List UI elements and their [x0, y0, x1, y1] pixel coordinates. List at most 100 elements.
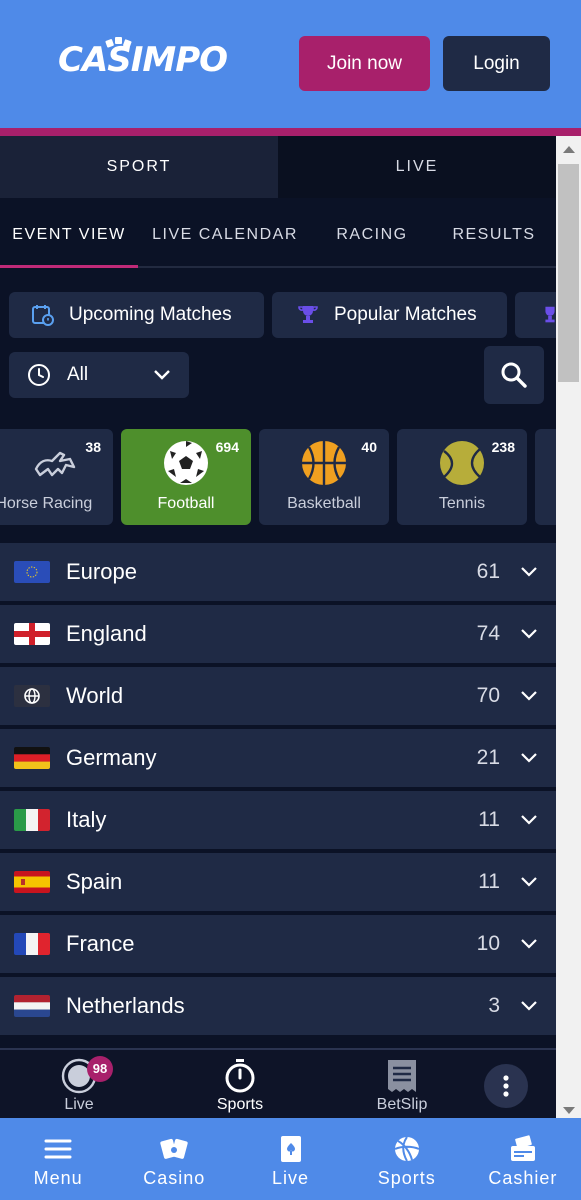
country-name: Europe — [66, 559, 137, 584]
country-row-spain[interactable]: Spain 11 — [0, 853, 556, 911]
scroll-up-arrow[interactable] — [563, 146, 575, 153]
country-name: World — [66, 683, 124, 708]
sport-count: 694 — [215, 439, 239, 455]
more-options-button[interactable] — [484, 1064, 528, 1108]
casimpo-logo[interactable]: CASIMPO — [58, 40, 228, 80]
scroll-thumb[interactable] — [558, 164, 579, 382]
cashier-icon — [510, 1135, 535, 1161]
tab-racing[interactable]: RACING — [312, 204, 432, 266]
sport-name: Basketball — [287, 495, 361, 512]
country-row-europe[interactable]: Europe 61 — [0, 543, 556, 601]
country-row-world[interactable]: World 70 — [0, 667, 556, 725]
sport-card-basketball[interactable]: 40 Basketball — [259, 429, 389, 525]
clock-icon — [28, 364, 50, 386]
nav-live-label: Live — [271, 1168, 310, 1188]
time-filter-value: All — [67, 364, 89, 385]
country-name: Netherlands — [66, 993, 185, 1018]
spain-flag-icon — [14, 871, 50, 893]
betslip-label: BetSlip — [376, 1096, 428, 1113]
country-row-france[interactable]: France 10 — [0, 915, 556, 973]
chevron-down-icon — [521, 753, 537, 763]
chevron-down-icon — [521, 939, 537, 949]
more-vertical-icon — [503, 1075, 509, 1097]
football-icon — [164, 441, 208, 485]
time-filter-select[interactable]: All — [9, 352, 189, 398]
search-button[interactable] — [484, 346, 544, 404]
live-button[interactable]: Live 98 — [56, 1056, 113, 1114]
header: CASIMPO Join now Login — [0, 0, 581, 130]
chevron-down-icon — [521, 629, 537, 639]
sport-name: Football — [157, 495, 215, 512]
country-name: Germany — [66, 745, 157, 770]
country-row-england[interactable]: England 74 — [0, 605, 556, 663]
horse-icon — [34, 451, 76, 477]
nav-casino[interactable]: Casino — [116, 1118, 232, 1200]
nav-cashier[interactable]: Cashier — [465, 1118, 581, 1200]
tab-live-calendar[interactable]: LIVE CALENDAR — [138, 204, 312, 266]
tab-results[interactable]: RESULTS — [432, 204, 556, 266]
country-count: 3 — [488, 994, 500, 1017]
receipt-icon — [388, 1060, 416, 1092]
country-row-italy[interactable]: Italy 11 — [0, 791, 556, 849]
playing-card-icon — [280, 1136, 301, 1162]
germany-flag-icon — [14, 747, 50, 769]
more-filter-chip[interactable] — [515, 292, 556, 338]
calendar-clock-icon — [32, 305, 54, 326]
sport-count: 40 — [361, 439, 377, 455]
chevron-down-icon — [521, 1001, 537, 1011]
nav-sports[interactable]: Sports — [349, 1118, 465, 1200]
live-count-badge: 98 — [87, 1056, 113, 1082]
bottom-sub-bar: Live 98 Sports BetSlip — [0, 1048, 556, 1118]
trophy-icon — [298, 306, 318, 323]
france-flag-icon — [14, 933, 50, 955]
country-row-netherlands[interactable]: Netherlands 3 — [0, 977, 556, 1035]
sub-tabs: EVENT VIEW LIVE CALENDAR RACING RESULTS — [0, 204, 556, 268]
sport-card-more[interactable] — [535, 429, 556, 525]
sports-button[interactable]: Sports — [210, 1058, 270, 1114]
england-flag-icon — [14, 623, 50, 645]
eu-flag-icon — [14, 561, 50, 583]
tennis-icon — [440, 441, 484, 485]
nav-menu[interactable]: Menu — [0, 1118, 116, 1200]
popular-matches-chip[interactable]: Popular Matches — [272, 292, 507, 338]
sport-card-tennis[interactable]: 238 Tennis — [397, 429, 527, 525]
sport-card-horse-racing[interactable]: 38 e Horse Racing — [0, 429, 113, 525]
join-now-button[interactable]: Join now — [299, 36, 430, 91]
sport-count: 38 — [85, 439, 101, 455]
sport-count: 238 — [491, 439, 515, 455]
country-count: 21 — [476, 746, 500, 769]
betslip-button[interactable]: BetSlip — [372, 1058, 432, 1114]
chevron-down-icon — [521, 567, 537, 577]
country-count: 61 — [476, 560, 500, 583]
tab-live[interactable]: LIVE — [278, 136, 556, 198]
nav-sports-label: Sports — [377, 1168, 436, 1188]
sport-card-football[interactable]: 694 Football — [121, 429, 251, 525]
login-button[interactable]: Login — [443, 36, 550, 91]
country-list: Europe 61 England 74 World 70 Germany 21… — [0, 543, 556, 1039]
country-count: 11 — [478, 870, 500, 893]
tab-sport[interactable]: SPORT — [0, 136, 278, 198]
sport-name: Tennis — [438, 495, 486, 512]
country-name: Spain — [66, 869, 123, 894]
sport-name: e Horse Racing — [0, 495, 93, 512]
trophy-icon — [545, 306, 555, 323]
main-content: SPORT LIVE EVENT VIEW LIVE CALENDAR RACI… — [0, 136, 556, 1118]
country-count: 70 — [476, 684, 500, 707]
scroll-down-arrow[interactable] — [563, 1107, 575, 1114]
italy-flag-icon — [14, 809, 50, 831]
scrollbar[interactable] — [556, 136, 581, 1118]
country-name: England — [66, 621, 147, 646]
country-row-germany[interactable]: Germany 21 — [0, 729, 556, 787]
cards-icon — [160, 1138, 188, 1159]
tab-event-view[interactable]: EVENT VIEW — [0, 204, 138, 268]
upcoming-matches-chip[interactable]: Upcoming Matches — [9, 292, 264, 338]
popular-matches-label: Popular Matches — [334, 304, 477, 325]
globe-icon — [14, 685, 50, 707]
nav-casino-label: Casino — [143, 1168, 206, 1188]
nav-cashier-label: Cashier — [488, 1168, 558, 1188]
nav-live[interactable]: Live — [232, 1118, 348, 1200]
country-count: 10 — [476, 932, 500, 955]
chevron-down-icon — [154, 370, 170, 380]
bottom-nav: Menu Casino Live Sports Cashier — [0, 1118, 581, 1200]
volleyball-icon — [394, 1136, 420, 1162]
